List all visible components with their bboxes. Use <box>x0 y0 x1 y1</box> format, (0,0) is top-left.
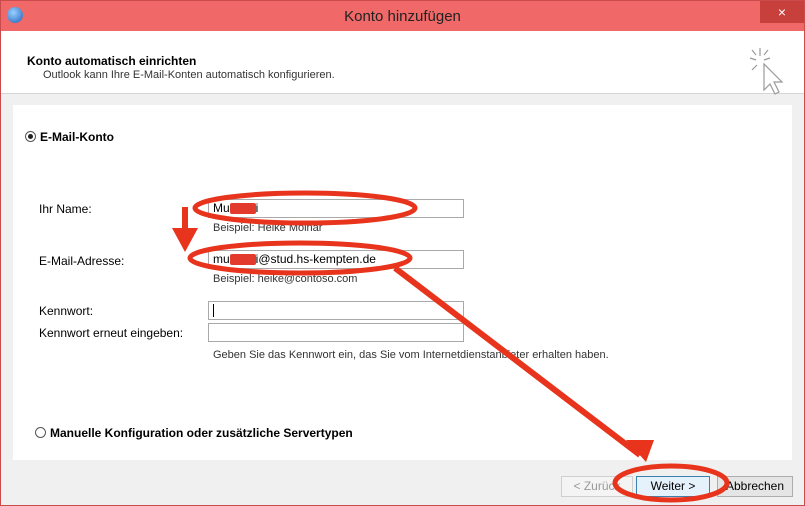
email-value-suffix: i@stud.hs-kempten.de <box>255 252 376 266</box>
name-value-prefix: Mu <box>213 201 230 215</box>
password-repeat-label: Kennwort erneut eingeben: <box>39 326 184 340</box>
email-field[interactable]: mu i@stud.hs-kempten.de <box>208 250 464 269</box>
text-cursor <box>213 304 214 318</box>
password-hint: Geben Sie das Kennwort ein, das Sie vom … <box>213 349 609 361</box>
password-repeat-field[interactable] <box>208 323 464 342</box>
email-label: E-Mail-Adresse: <box>39 254 125 268</box>
email-account-radio[interactable] <box>25 131 36 142</box>
button-bar: < Zurück Weiter > Abbrechen <box>1 461 804 505</box>
name-field[interactable]: Mu i <box>208 199 464 218</box>
password-label: Kennwort: <box>39 304 94 318</box>
name-value-suffix: i <box>255 201 259 215</box>
manual-config-radio[interactable] <box>35 427 46 438</box>
title-bar: Konto hinzufügen × <box>1 1 804 31</box>
password-field[interactable] <box>208 301 464 320</box>
close-button[interactable]: × <box>760 1 804 23</box>
cancel-button[interactable]: Abbrechen <box>717 476 793 497</box>
name-example: Beispiel: Heike Molnar <box>213 222 323 234</box>
window-title: Konto hinzufügen <box>344 8 461 25</box>
email-example: Beispiel: heike@contoso.com <box>213 273 358 285</box>
wizard-header: Konto automatisch einrichten Outlook kan… <box>1 31 804 95</box>
redaction-mark <box>229 203 256 215</box>
form-panel: E-Mail-Konto Ihr Name: Mu i Beispiel: Hei… <box>13 105 792 460</box>
manual-config-label: Manuelle Konfiguration oder zusätzliche … <box>50 426 353 440</box>
next-button[interactable]: Weiter > <box>636 476 710 497</box>
email-account-label: E-Mail-Konto <box>40 130 114 144</box>
wizard-cursor-icon <box>749 48 784 95</box>
page-subtitle: Outlook kann Ihre E-Mail-Konten automati… <box>43 69 335 81</box>
back-button[interactable]: < Zurück <box>561 476 633 497</box>
add-account-dialog: Konto hinzufügen × Konto automatisch ein… <box>0 0 805 506</box>
name-label: Ihr Name: <box>39 202 92 216</box>
redaction-mark <box>229 254 256 266</box>
email-value-prefix: mu <box>213 252 230 266</box>
page-title: Konto automatisch einrichten <box>27 54 197 68</box>
